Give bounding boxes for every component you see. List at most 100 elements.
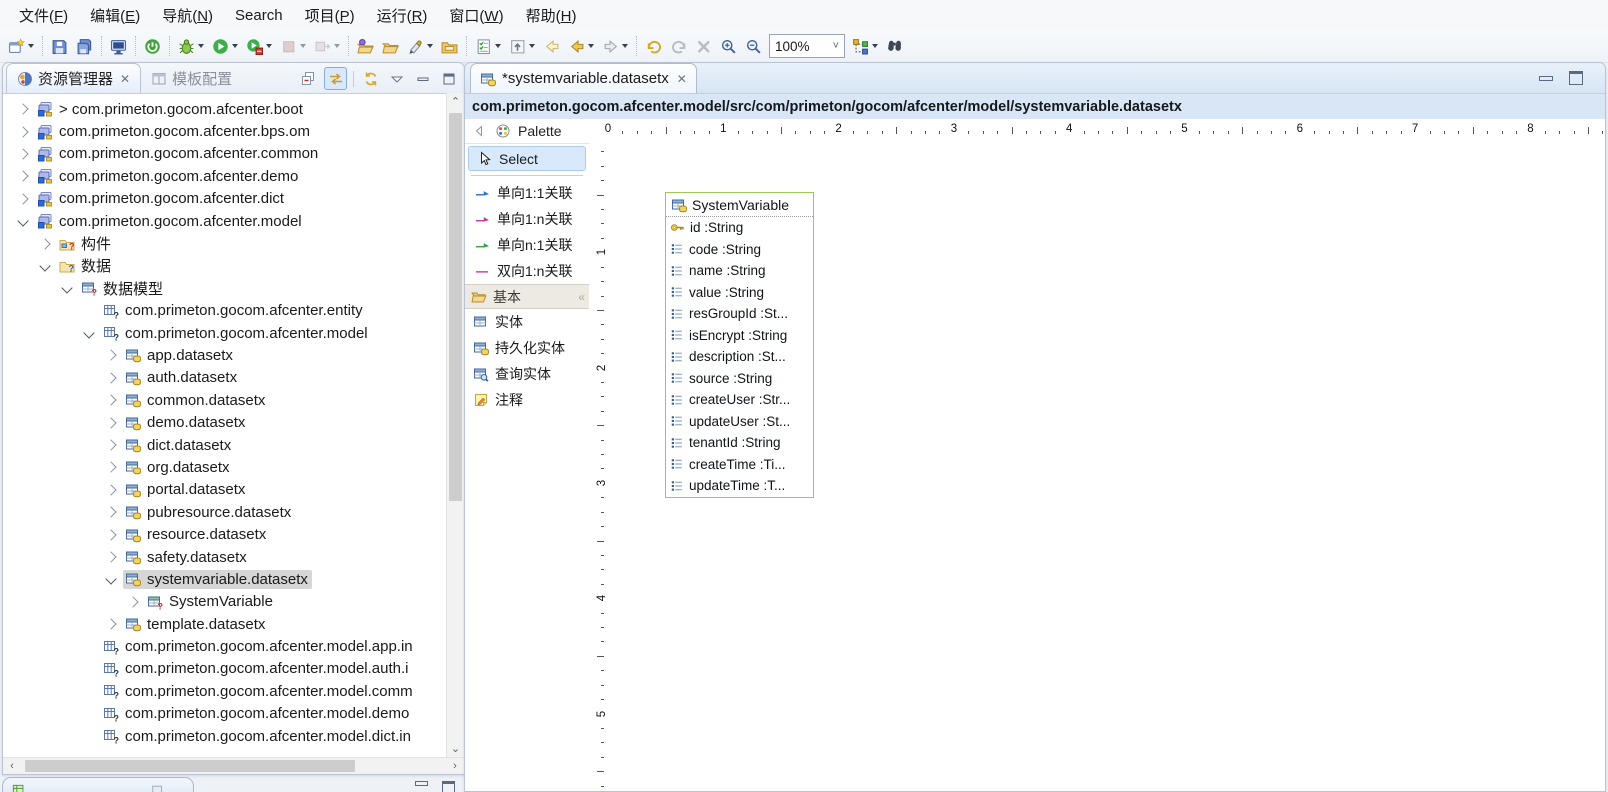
- debug-button[interactable]: [174, 33, 208, 59]
- entity-field-id[interactable]: id :String: [666, 217, 813, 239]
- menu-item-6[interactable]: 运行(R): [366, 1, 439, 30]
- run-button[interactable]: [208, 33, 242, 59]
- tree-item[interactable]: app.datasetx: [3, 344, 447, 366]
- palette-tool-2[interactable]: 持久化实体: [465, 335, 589, 361]
- collapse-all-button[interactable]: [298, 68, 319, 89]
- tree-item[interactable]: com.primeton.gocom.afcenter.common: [3, 143, 447, 165]
- stop-button[interactable]: [276, 33, 310, 59]
- expand-arrow-icon[interactable]: [105, 417, 116, 428]
- maximize-button[interactable]: [438, 68, 459, 89]
- palette-group-basic[interactable]: 基本«: [465, 284, 589, 309]
- back-button[interactable]: [564, 33, 598, 59]
- tree-item[interactable]: safety.datasetx: [3, 546, 447, 568]
- collapse-arrow-icon[interactable]: [83, 327, 94, 338]
- save-button[interactable]: [47, 33, 72, 59]
- collapse-arrow-icon[interactable]: [17, 215, 28, 226]
- menu-item-7[interactable]: 窗口(W): [438, 1, 514, 30]
- tree-item[interactable]: auth.datasetx: [3, 367, 447, 389]
- dropdown-caret-icon[interactable]: [334, 44, 340, 48]
- dropdown-caret-icon[interactable]: [588, 44, 594, 48]
- dropdown-caret-icon[interactable]: [198, 44, 204, 48]
- scroll-up-icon[interactable]: ⌃: [447, 95, 464, 109]
- close-icon[interactable]: ✕: [120, 72, 130, 86]
- tree-item[interactable]: ?数据: [3, 255, 447, 277]
- palette-collapse-icon[interactable]: [472, 123, 488, 139]
- tree-item[interactable]: ?数据模型: [3, 277, 447, 299]
- entity-field-createTime[interactable]: createTime :Ti...: [666, 454, 813, 476]
- tree-item[interactable]: ?构件: [3, 232, 447, 254]
- palette-tool-relation-3[interactable]: 单向n:1关联: [465, 232, 589, 258]
- packagefolder-button[interactable]: [437, 33, 462, 59]
- expand-arrow-icon[interactable]: [17, 171, 28, 182]
- expand-arrow-icon[interactable]: [105, 551, 116, 562]
- expand-arrow-icon[interactable]: [105, 350, 116, 361]
- entity-field-source[interactable]: source :String: [666, 368, 813, 390]
- tree-item[interactable]: ?com.primeton.gocom.afcenter.entity: [3, 300, 447, 322]
- editor-maximize-button[interactable]: [1569, 71, 1583, 85]
- tree-item[interactable]: > com.primeton.gocom.afcenter.boot: [3, 98, 447, 120]
- view-tab-template[interactable]: 模板配置: [141, 64, 242, 93]
- menu-item-8[interactable]: 帮助(H): [515, 1, 588, 30]
- expand-arrow-icon[interactable]: [105, 484, 116, 495]
- saveall-button[interactable]: [72, 33, 97, 59]
- palette-tool-relation-1[interactable]: 单向1:1关联: [465, 180, 589, 206]
- new-button[interactable]: [4, 33, 38, 59]
- editor-tab-close-icon[interactable]: ✕: [677, 72, 687, 86]
- expand-arrow-icon[interactable]: [105, 529, 116, 540]
- tree-item[interactable]: ?SystemVariable: [3, 591, 447, 613]
- entity-systemvariable[interactable]: SystemVariable id :Stringcode :Stringnam…: [665, 192, 814, 498]
- forward-button[interactable]: [598, 33, 632, 59]
- collapse-arrow-icon[interactable]: [105, 574, 116, 585]
- layout-button[interactable]: [848, 33, 882, 59]
- skip-button[interactable]: [310, 33, 344, 59]
- entity-field-description[interactable]: description :St...: [666, 346, 813, 368]
- zoom-level-combo[interactable]: 100%˅: [769, 34, 845, 58]
- zoomin-button[interactable]: [716, 33, 741, 59]
- tree-item[interactable]: org.datasetx: [3, 456, 447, 478]
- highlighter-button[interactable]: [403, 33, 437, 59]
- tree-vertical-scrollbar[interactable]: ⌃ ⌄: [446, 93, 464, 758]
- tree-item[interactable]: demo.datasetx: [3, 411, 447, 433]
- delete-button[interactable]: [691, 33, 716, 59]
- expand-arrow-icon[interactable]: [105, 619, 116, 630]
- dropdown-caret-icon[interactable]: [529, 44, 535, 48]
- palette-tool-1[interactable]: 实体: [465, 309, 589, 335]
- dropdown-caret-icon[interactable]: [622, 44, 628, 48]
- dropdown-caret-icon[interactable]: [28, 44, 34, 48]
- tree-item[interactable]: pubresource.datasetx: [3, 501, 447, 523]
- palette-tool-relation-2[interactable]: 单向1:n关联: [465, 206, 589, 232]
- entity-field-updateUser[interactable]: updateUser :St...: [666, 411, 813, 433]
- undo-button[interactable]: [641, 33, 666, 59]
- tree-item[interactable]: ?com.primeton.gocom.afcenter.model.auth.…: [3, 658, 447, 680]
- expand-arrow-icon[interactable]: [17, 148, 28, 159]
- dropdown-caret-icon[interactable]: [232, 44, 238, 48]
- tree-item[interactable]: com.primeton.gocom.afcenter.model: [3, 210, 447, 232]
- expand-arrow-icon[interactable]: [17, 104, 28, 115]
- editor-tab-systemvariable[interactable]: *systemvariable.datasetx ✕: [470, 63, 697, 93]
- expand-arrow-icon[interactable]: [127, 596, 138, 607]
- entity-field-name[interactable]: name :String: [666, 260, 813, 282]
- tree-item[interactable]: dict.datasetx: [3, 434, 447, 456]
- openfolder-button[interactable]: [378, 33, 403, 59]
- tree-item[interactable]: ?com.primeton.gocom.afcenter.model.demo: [3, 703, 447, 725]
- redo-button[interactable]: [666, 33, 691, 59]
- minimize-button[interactable]: [412, 68, 433, 89]
- expand-arrow-icon[interactable]: [105, 439, 116, 450]
- entity-field-updateTime[interactable]: updateTime :T...: [666, 475, 813, 497]
- scroll-left-icon[interactable]: ‹: [6, 758, 18, 774]
- expand-arrow-icon[interactable]: [105, 395, 116, 406]
- tree-horizontal-scrollbar[interactable]: ‹ ›: [3, 757, 464, 774]
- coverage-button[interactable]: [242, 33, 276, 59]
- expand-arrow-icon[interactable]: [105, 507, 116, 518]
- expand-arrow-icon[interactable]: [105, 462, 116, 473]
- palette-tool-4[interactable]: 注释: [465, 387, 589, 413]
- tree-item[interactable]: systemvariable.datasetx: [3, 568, 447, 590]
- boot-button[interactable]: [140, 33, 165, 59]
- view-menu-button[interactable]: [386, 68, 407, 89]
- tree-item[interactable]: ?com.primeton.gocom.afcenter.model.app.i…: [3, 635, 447, 657]
- pin-icon[interactable]: «: [578, 290, 583, 304]
- checklist-button[interactable]: [471, 33, 505, 59]
- search-button[interactable]: [882, 33, 907, 59]
- tree-vscroll-thumb[interactable]: [449, 113, 462, 501]
- collapse-arrow-icon[interactable]: [61, 283, 72, 294]
